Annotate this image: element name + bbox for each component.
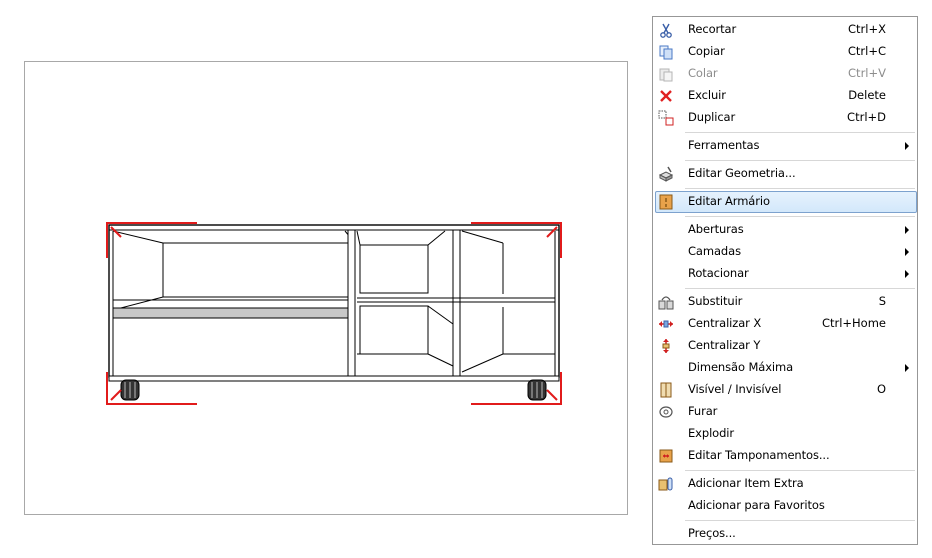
menu-item-label: Recortar (688, 22, 737, 36)
menu-separator (685, 520, 915, 521)
menu-item-colar[interactable]: Colar Ctrl+V (655, 63, 917, 85)
menu-item-shortcut: O (876, 382, 886, 396)
paste-icon (659, 68, 673, 82)
menu-item-label: Colar (688, 66, 718, 80)
menu-item-centralizar-y[interactable]: Centralizar Y (655, 335, 917, 357)
menu-item-editar-geometria[interactable]: Editar Geometria... (655, 163, 917, 185)
menu-item-label: Adicionar para Favoritos (688, 498, 825, 512)
menu-item-label: Centralizar X (688, 316, 762, 330)
menu-item-shortcut: Ctrl+X (848, 22, 886, 36)
menu-separator (685, 188, 915, 189)
menu-item-label: Dimensão Máxima (688, 360, 794, 374)
menu-item-label: Editar Geometria... (688, 166, 796, 180)
menu-separator (685, 132, 915, 133)
menu-item-label: Furar (688, 404, 718, 418)
menu-item-adicionar-favoritos[interactable]: Adicionar para Favoritos (655, 495, 917, 517)
menu-item-rotacionar[interactable]: Rotacionar (655, 263, 917, 285)
duplicate-icon (658, 110, 674, 126)
menu-item-centralizar-x[interactable]: Centralizar X Ctrl+Home (655, 313, 917, 335)
menu-item-adicionar-item-extra[interactable]: Adicionar Item Extra (655, 473, 917, 495)
menu-item-label: Aberturas (688, 222, 744, 236)
menu-item-shortcut: Ctrl+D (847, 110, 886, 124)
menu-item-label: Visível / Invisível (688, 382, 782, 396)
replace-icon (658, 296, 674, 310)
menu-item-label: Camadas (688, 244, 741, 258)
menu-item-label: Excluir (688, 88, 726, 102)
menu-item-explodir[interactable]: Explodir (655, 423, 917, 445)
menu-item-label: Editar Tamponamentos... (688, 448, 830, 462)
menu-item-label: Copiar (688, 44, 725, 58)
menu-item-label: Editar Armário (688, 194, 770, 208)
context-menu: Recortar Ctrl+X Copiar Ctrl+C Colar Ctrl… (652, 16, 918, 545)
copy-icon (659, 45, 673, 60)
drill-icon (659, 406, 673, 418)
menu-item-editar-tamponamentos[interactable]: Editar Tamponamentos... (655, 445, 917, 467)
menu-item-ferramentas[interactable]: Ferramentas (655, 135, 917, 157)
visibility-icon (660, 382, 672, 398)
menu-item-aberturas[interactable]: Aberturas (655, 219, 917, 241)
menu-item-label: Preços... (688, 526, 736, 540)
edit-cabinet-icon (659, 194, 673, 210)
menu-separator (685, 288, 915, 289)
menu-separator (685, 160, 915, 161)
wheel-left-icon (120, 379, 140, 401)
cabinet-drawing[interactable] (25, 62, 629, 516)
menu-item-label: Rotacionar (688, 266, 749, 280)
menu-item-camadas[interactable]: Camadas (655, 241, 917, 263)
menu-item-shortcut: S (878, 294, 886, 308)
submenu-arrow-icon (905, 226, 909, 234)
wheel-right-icon (527, 379, 547, 401)
menu-item-shortcut: Ctrl+V (848, 66, 886, 80)
menu-item-label: Centralizar Y (688, 338, 761, 352)
3d-viewport[interactable] (24, 61, 628, 515)
menu-item-copiar[interactable]: Copiar Ctrl+C (655, 41, 917, 63)
menu-item-shortcut: Ctrl+Home (821, 316, 886, 330)
menu-separator (685, 216, 915, 217)
menu-item-recortar[interactable]: Recortar Ctrl+X (655, 19, 917, 41)
menu-item-label: Ferramentas (688, 138, 760, 152)
submenu-arrow-icon (905, 364, 909, 372)
scissors-icon (660, 23, 672, 38)
menu-separator (685, 470, 915, 471)
menu-item-editar-armario[interactable]: Editar Armário (655, 191, 917, 213)
menu-item-precos[interactable]: Preços... (655, 523, 917, 545)
menu-item-label: Duplicar (688, 110, 736, 124)
menu-item-dimensao-maxima[interactable]: Dimensão Máxima (655, 357, 917, 379)
edit-covers-icon (659, 449, 673, 463)
edit-geometry-icon (658, 166, 674, 182)
menu-item-excluir[interactable]: Excluir Delete (655, 85, 917, 107)
submenu-arrow-icon (905, 270, 909, 278)
menu-item-furar[interactable]: Furar (655, 401, 917, 423)
submenu-arrow-icon (905, 142, 909, 150)
menu-item-shortcut: Ctrl+C (847, 44, 886, 58)
menu-item-substituir[interactable]: Substituir S (655, 291, 917, 313)
add-extra-item-icon (658, 477, 673, 491)
delete-x-icon (660, 90, 672, 102)
menu-item-visivel-invisivel[interactable]: Visível / Invisível O (655, 379, 917, 401)
center-y-icon (662, 339, 670, 353)
menu-item-shortcut: Delete (848, 88, 886, 102)
menu-item-label: Substituir (688, 294, 743, 308)
submenu-arrow-icon (905, 248, 909, 256)
menu-item-duplicar[interactable]: Duplicar Ctrl+D (655, 107, 917, 129)
menu-item-label: Explodir (688, 426, 735, 440)
center-x-icon (659, 320, 673, 328)
menu-item-label: Adicionar Item Extra (688, 476, 804, 490)
